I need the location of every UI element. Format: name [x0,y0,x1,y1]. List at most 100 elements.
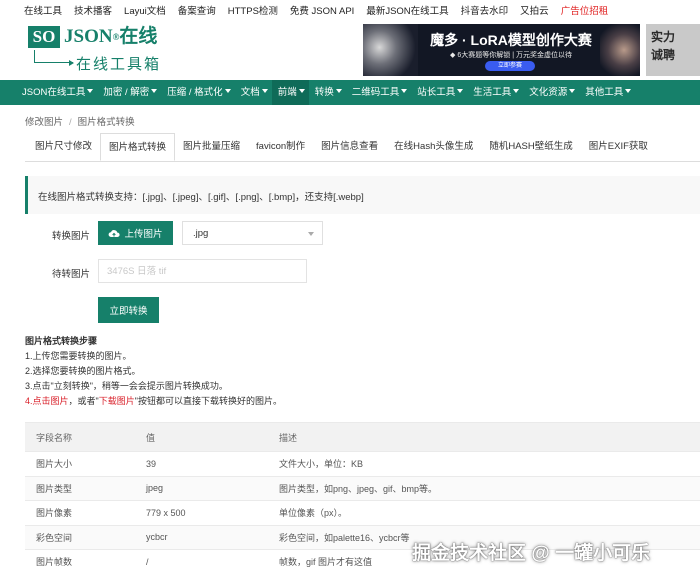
caret-down-icon [261,89,268,96]
caret-down-icon [151,89,158,96]
caret-down-icon [513,89,520,96]
table-cell: 文件大小，单位：KB [279,451,700,476]
tab[interactable]: 随机HASH壁纸生成 [481,133,580,161]
table-header-cell: 字段名称 [25,422,146,452]
top-link-bar: 在线工具 技术播客 Layui文档 备案查询 HTTPS检测 免费 JSON API 最新J… [0,0,700,20]
nav-item-label: JSON在线工具 [22,87,86,98]
nav-item[interactable]: 其他工具 [579,80,635,105]
top-link[interactable]: 免费 JSON API [290,3,354,17]
format-support-text: 在线图片格式转换支持：[.jpg]、[.jpeg]、[.gif]、[.png]、… [38,192,364,203]
logo-badge: SO [28,26,60,48]
step-4-text-end: "按钮都可以直接下载转换好的图片。 [134,396,282,406]
nav-item[interactable]: 压缩 / 格式化 [161,80,234,105]
tool-tabs: 图片尺寸修改 图片格式转换 图片批量压缩 favicon制作 图片信息查看 在线Hash头… [25,133,700,162]
banner-ad[interactable]: 魔多 · LoRA模型创作大赛 ◆ 6大赛题等你解锁 | 万元奖金虚位以待 立即… [363,24,640,76]
tab[interactable]: 图片格式转换 [100,133,176,161]
table-cell: 图片类型，如png、jpeg、gif、bmp等。 [279,475,700,501]
nav-item-label: 其他工具 [585,87,624,98]
top-link[interactable]: 技术播客 [74,3,112,17]
nav-item[interactable]: 生活工具 [467,80,523,105]
top-link[interactable]: 抖音去水印 [461,3,509,17]
breadcrumb-item-current: 图片格式转换 [77,117,135,128]
tab[interactable]: 图片批量压缩 [175,133,248,161]
tab[interactable]: 在线Hash头像生成 [386,133,481,161]
conversion-steps: 图片格式转换步骤 1.上传您需要转换的图片。 2.选择您要转换的图片格式。 3.… [25,334,282,409]
nav-item[interactable]: JSON在线工具 [0,80,97,105]
banner-figure-image [363,24,418,76]
nav-item[interactable]: 前端 [271,80,309,105]
pending-image-input[interactable] [98,259,307,283]
caret-down-icon [625,89,632,96]
nav-item[interactable]: 文档 [235,80,272,105]
table-cell: ycbcr [146,524,279,550]
nav-item-label: 前端 [277,87,297,98]
step-1: 1.上传您需要转换的图片。 [25,351,132,361]
banner2-line1: 实力 [651,30,676,44]
steps-title: 图片格式转换步骤 [25,336,98,346]
nav-item[interactable]: 文化资源 [523,80,579,105]
table-cell: 39 [146,451,279,476]
step-4-download-link[interactable]: 下载图片 [99,396,135,406]
pending-image-label: 待转图片 [52,269,91,280]
nav-item-label: 文化资源 [529,87,568,98]
table-row: 图片像素 779 x 500 单位像素（px）。 [25,500,700,525]
top-link[interactable]: 又拍云 [520,3,549,17]
table-cell: 单位像素（px）。 [279,500,700,525]
caret-down-icon [335,89,342,96]
convert-image-label: 转换图片 [52,231,91,242]
site-logo[interactable]: SO JSON®在线 在线工具箱 [28,26,188,73]
table-header-cell: 描述 [279,422,700,452]
table-cell: 图片类型 [25,475,146,501]
top-link[interactable]: 最新JSON在线工具 [366,3,448,17]
nav-item-label: 加密 / 解密 [103,87,150,98]
step-2: 2.选择您要转换的图片格式。 [25,366,141,376]
caret-down-icon [87,89,94,96]
banner-join-button[interactable]: 立即参赛 [485,61,535,71]
top-link[interactable]: 广告位招租 [561,3,609,17]
banner-ad-secondary[interactable]: 实力 诚聘 [646,24,700,76]
table-cell: 图片像素 [25,500,146,525]
watermark: 掘金技术社区 @ 一罐小可乐 [412,543,651,564]
upload-image-label: 上传图片 [124,229,163,240]
banner-tagline: ◆ 6大赛题等你解锁 | 万元奖金虚位以待 [450,52,572,59]
caret-down-icon [224,89,231,96]
top-link[interactable]: HTTPS检测 [228,3,278,17]
table-cell: jpeg [146,475,279,501]
banner-title: 魔多 · LoRA模型创作大赛 [430,32,592,48]
cloud-upload-icon [108,229,121,238]
step-4: 4.点击图片，或者"下载图片"按钮都可以直接下载转换好的图片。 [25,394,282,409]
step-3: 3.点击"立刻转换"，稍等一会会提示图片转换成功。 [25,381,228,391]
logo-arrow-icon [34,50,74,66]
step-4-number: 4. [25,396,33,406]
logo-subtitle: 在线工具箱 [76,57,162,73]
convert-now-button[interactable]: 立即转换 [98,297,159,323]
nav-item[interactable]: 转换 [309,80,346,105]
table-cell: 彩色空间 [25,524,146,550]
table-cell: 图片大小 [25,451,146,476]
tab[interactable]: 图片EXIF获取 [581,133,656,161]
top-link[interactable]: 在线工具 [24,3,62,17]
nav-item[interactable]: 加密 / 解密 [97,80,161,105]
main-nav: JSON在线工具 加密 / 解密 压缩 / 格式化 文档 前端 转换 二维码工具 站长工具 生活… [0,80,700,105]
tab[interactable]: 图片信息查看 [313,133,386,161]
nav-item-label: 文档 [240,87,260,98]
step-4-text: ，或者" [68,396,99,406]
table-header-row: 字段名称值描述 [25,422,700,452]
banner-figure-image-right [600,24,640,76]
nav-item[interactable]: 站长工具 [411,80,467,105]
top-link[interactable]: 备案查询 [178,3,216,17]
caret-down-icon [569,89,576,96]
table-row: 图片类型 jpeg 图片类型，如png、jpeg、gif、bmp等。 [25,475,700,501]
table-cell: / [146,549,279,574]
table-row: 图片大小 39 文件大小，单位：KB [25,451,700,476]
upload-image-button[interactable]: 上传图片 [98,221,173,245]
tab[interactable]: favicon制作 [248,133,313,161]
nav-item[interactable]: 二维码工具 [346,80,412,105]
table-cell: 图片帧数 [25,549,146,574]
step-4-click-image-link[interactable]: 点击图片 [33,396,69,406]
top-link[interactable]: Layui文档 [124,3,166,17]
breadcrumb-item-modify-image[interactable]: 修改图片 [25,117,63,128]
tab[interactable]: 图片尺寸修改 [25,133,100,161]
format-select[interactable]: .jpg [182,221,323,245]
nav-item-label: 转换 [314,87,334,98]
